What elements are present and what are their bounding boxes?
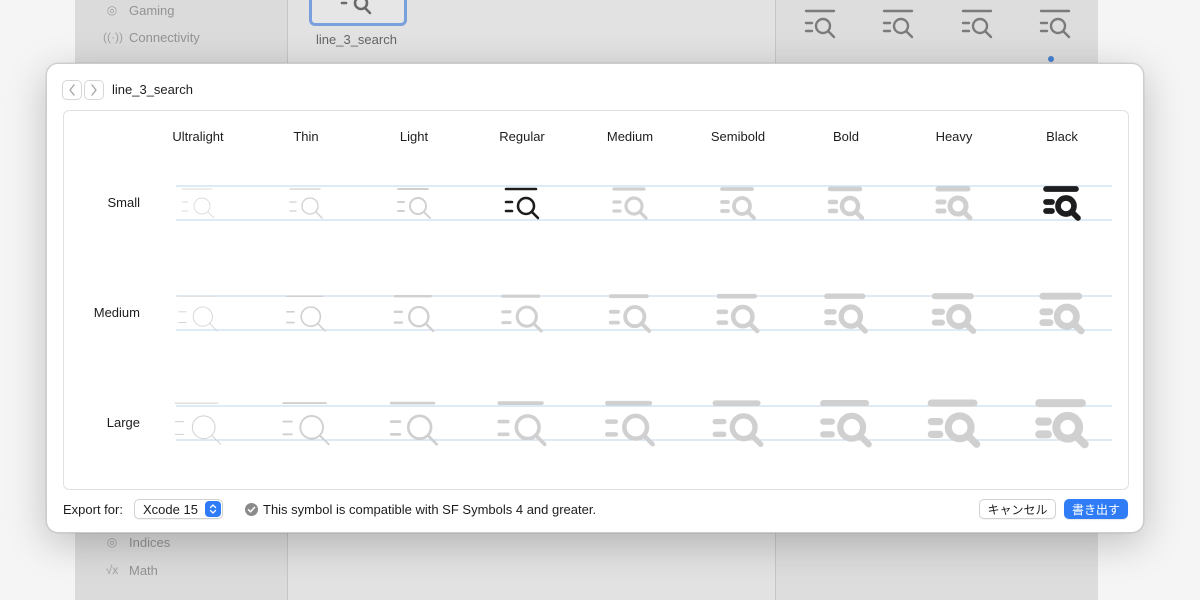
glyph-medium-light	[393, 295, 435, 333]
export-for-label: Export for:	[63, 502, 123, 517]
glyph-small-ultralight	[181, 188, 215, 219]
glyph-small-black	[1043, 186, 1081, 221]
export-target-value: Xcode 15	[143, 502, 198, 517]
glyph-medium-medium	[608, 294, 652, 333]
glyph-medium-regular	[501, 294, 543, 333]
glyph-large-light	[389, 401, 439, 446]
glyph-medium-heavy	[931, 293, 977, 335]
export-button[interactable]: 書き出す	[1064, 499, 1128, 519]
glyph-small-bold	[827, 186, 865, 221]
glyph-large-bold	[820, 399, 872, 448]
glyph-large-heavy	[927, 399, 981, 448]
glyph-matrix	[174, 185, 1112, 449]
glyph-small-thin	[289, 188, 323, 219]
checkmark-circle-icon	[245, 503, 258, 516]
glyph-medium-bold	[824, 293, 868, 334]
symbol-preview-grid: Ultralight Thin Light Regular Medium Semibold…	[63, 110, 1129, 490]
glyph-small-light	[397, 188, 431, 219]
sheet-title: line_3_search	[112, 82, 193, 97]
glyph-large-medium	[605, 400, 655, 447]
glyph-large-regular	[497, 401, 547, 447]
glyph-medium-thin	[286, 295, 326, 332]
glyph-large-ultralight	[174, 402, 222, 445]
glyph-medium-semibold	[716, 293, 760, 334]
glyph-medium-ultralight	[178, 295, 218, 332]
glyph-small-heavy	[935, 186, 973, 221]
glyph-large-semibold	[712, 400, 764, 447]
compatibility-message: This symbol is compatible with SF Symbol…	[263, 502, 597, 517]
export-symbol-sheet: line_3_search Ultralight Thin Light Regular…	[46, 63, 1144, 533]
export-target-select[interactable]: Xcode 15	[134, 499, 223, 519]
chevron-right-icon	[91, 84, 97, 96]
chevron-up-down-icon	[205, 501, 221, 517]
back-button[interactable]	[62, 80, 82, 100]
glyph-large-black	[1035, 399, 1089, 449]
glyph-medium-black	[1039, 292, 1085, 335]
forward-button[interactable]	[84, 80, 104, 100]
glyph-small-regular	[504, 187, 540, 220]
cancel-button[interactable]: キャンセル	[979, 499, 1056, 519]
glyph-small-medium	[612, 187, 648, 220]
glyph-large-thin	[282, 402, 330, 446]
glyph-small-semibold	[720, 187, 756, 220]
chevron-left-icon	[69, 84, 75, 96]
